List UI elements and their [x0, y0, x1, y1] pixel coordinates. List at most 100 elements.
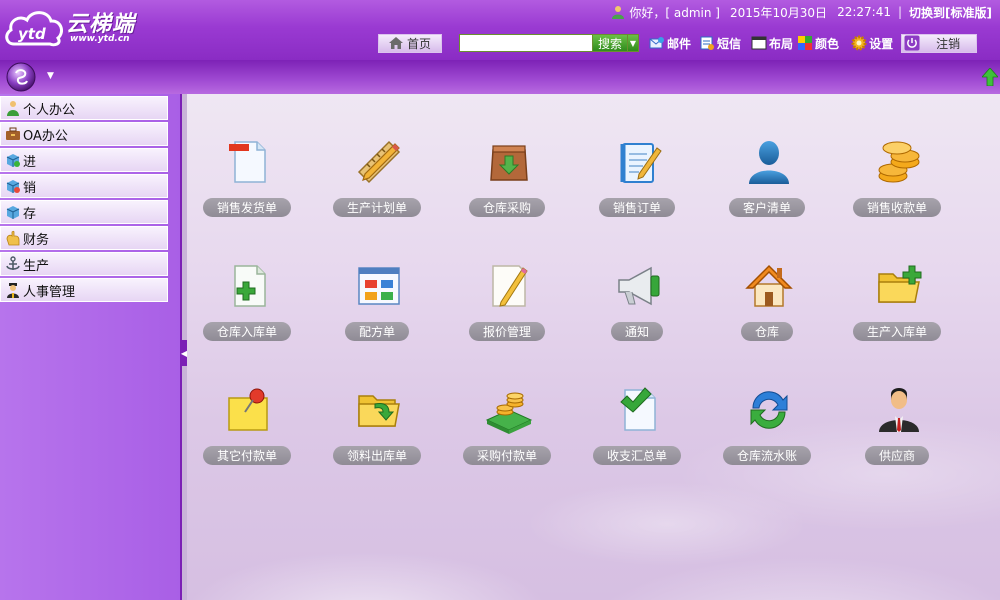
mail-label: 邮件: [667, 36, 692, 51]
sidebar-item-label: 进: [23, 154, 37, 170]
tile-production-plan[interactable]: 生产计划单: [317, 138, 437, 248]
tile-label: 采购付款单: [462, 446, 552, 465]
tile-label: 通知: [610, 322, 664, 341]
tile-label: 生产计划单: [332, 198, 422, 217]
logout-label: 注销: [936, 36, 961, 51]
tile-label: 供应商: [864, 446, 930, 465]
tile-warehouse-in[interactable]: 仓库入库单: [187, 262, 307, 372]
sidebar-item-label: 存: [23, 206, 37, 222]
sidebar-item-sales[interactable]: 销: [0, 174, 168, 198]
search-button[interactable]: 搜索: [593, 34, 627, 52]
tile-warehouse-ledger[interactable]: 仓库流水账: [707, 386, 827, 496]
start-orb-icon[interactable]: [5, 62, 37, 92]
tile-material-out[interactable]: 领料出库单: [317, 386, 437, 496]
tile-other-payment[interactable]: 其它付款单: [187, 386, 307, 496]
tile-purchase-payment[interactable]: 采购付款单: [447, 386, 567, 496]
user-info-line: 你好，[ admin ] 2015年10月30日 22:27:41 | 切换到[…: [611, 3, 992, 21]
tile-label: 配方单: [344, 322, 410, 341]
sidebar-item-finance[interactable]: 财务: [0, 226, 168, 250]
mail-icon: [649, 37, 664, 49]
person-icon: [7, 101, 19, 116]
search-input[interactable]: [459, 34, 593, 52]
ruler-pencil-icon: [357, 140, 401, 184]
sms-icon: [700, 36, 715, 50]
sidebar-item-production[interactable]: 生产: [0, 252, 168, 276]
date-text: 2015年10月30日: [729, 5, 828, 20]
sidebar-item-label: OA办公: [23, 128, 68, 144]
tile-sales-delivery[interactable]: 销售发货单: [187, 138, 307, 248]
sms-button[interactable]: 短信: [699, 35, 741, 52]
tile-label: 其它付款单: [202, 446, 292, 465]
refresh-icon: [750, 391, 788, 429]
tile-quote-management[interactable]: 报价管理: [447, 262, 567, 372]
home-label: 首页: [406, 36, 431, 51]
home-button[interactable]: 首页: [378, 33, 442, 53]
tile-label: 仓库采购: [468, 198, 546, 217]
time-text: 22:27:41: [837, 5, 891, 19]
cube-in-icon: [6, 154, 20, 167]
greeting-text: 你好，[ admin ]: [629, 5, 720, 20]
document-plus-icon: [234, 265, 266, 307]
search-dropdown-button[interactable]: ▼: [627, 34, 639, 52]
tile-customer-list[interactable]: 客户清单: [707, 138, 827, 248]
settings-button[interactable]: 设置: [851, 35, 893, 52]
switch-edition-link[interactable]: 切换到[标准版]: [909, 4, 992, 21]
sidebar-item-purchase[interactable]: 进: [0, 148, 168, 172]
tile-sales-order[interactable]: 销售订单: [577, 138, 697, 248]
box-download-icon: [490, 145, 528, 181]
color-button[interactable]: 颜色: [797, 35, 839, 52]
orb-dropdown-icon[interactable]: ▼: [47, 71, 54, 81]
sidebar-item-label: 生产: [23, 258, 50, 274]
cloud-logo-icon: ytd: [5, 11, 63, 47]
sidebar-item-stock[interactable]: 存: [0, 200, 168, 224]
folder-arrow-icon: [358, 395, 400, 427]
sidebar-item-label: 个人办公: [23, 102, 76, 118]
cube-out-icon: [6, 180, 20, 193]
sidebar-item-personal-office[interactable]: 个人办公: [0, 96, 168, 120]
tile-notice[interactable]: 通知: [577, 262, 697, 372]
tile-label: 销售订单: [598, 198, 676, 217]
sidebar-item-hr[interactable]: 人事管理: [0, 278, 168, 302]
mail-button[interactable]: 邮件: [649, 35, 691, 52]
arrow-up-icon[interactable]: [982, 68, 998, 86]
document-check-icon: [620, 387, 656, 431]
tile-label: 仓库流水账: [722, 446, 812, 465]
coins-icon: [878, 141, 920, 183]
user-silhouette-icon: [749, 141, 789, 184]
document-minus-icon: [229, 141, 266, 183]
tile-label: 仓库入库单: [202, 322, 292, 341]
tile-formula[interactable]: 配方单: [317, 262, 437, 372]
tile-label: 生产入库单: [852, 322, 942, 341]
color-label: 颜色: [815, 36, 840, 51]
tile-production-in[interactable]: 生产入库单: [837, 262, 957, 372]
separator: |: [897, 5, 903, 19]
layout-icon: [751, 36, 767, 50]
tile-sales-receipt[interactable]: 销售收款单: [837, 138, 957, 248]
chevron-down-icon: ▼: [629, 38, 637, 48]
tile-warehouse[interactable]: 仓库: [707, 262, 827, 372]
search-box: 搜索 ▼: [459, 34, 639, 52]
tile-warehouse-purchase[interactable]: 仓库采购: [447, 138, 567, 248]
layout-label: 布局: [769, 36, 794, 51]
money-stack-icon: [485, 392, 533, 434]
settings-label: 设置: [869, 36, 894, 51]
top-header: ytd 云梯端 www.ytd.cn 你好，[ admin ] 2015年10月…: [0, 0, 1000, 60]
logout-button[interactable]: 注销: [901, 33, 978, 53]
sidebar-item-oa-office[interactable]: OA办公: [0, 122, 168, 146]
navigation-bar: ▼: [0, 60, 1000, 94]
cube-icon: [6, 206, 20, 219]
tile-supplier[interactable]: 供应商: [837, 386, 957, 496]
window-grid-icon: [358, 267, 400, 305]
paper-pencil-icon: [492, 265, 528, 307]
briefcase-icon: [6, 127, 20, 140]
toolbar: 首页 搜索 ▼ 邮件 短信 布局 颜色 设置 注销: [378, 33, 978, 53]
logo[interactable]: ytd 云梯端 www.ytd.cn: [4, 4, 154, 48]
tile-label: 仓库: [740, 322, 794, 341]
layout-button[interactable]: 布局: [751, 35, 793, 52]
tile-income-expense-summary[interactable]: 收支汇总单: [577, 386, 697, 496]
sidebar-item-label: 人事管理: [23, 284, 76, 300]
tile-label: 收支汇总单: [592, 446, 682, 465]
gear-icon: [851, 35, 867, 51]
tile-label: 客户清单: [728, 198, 806, 217]
tile-label: 销售发货单: [202, 198, 292, 217]
